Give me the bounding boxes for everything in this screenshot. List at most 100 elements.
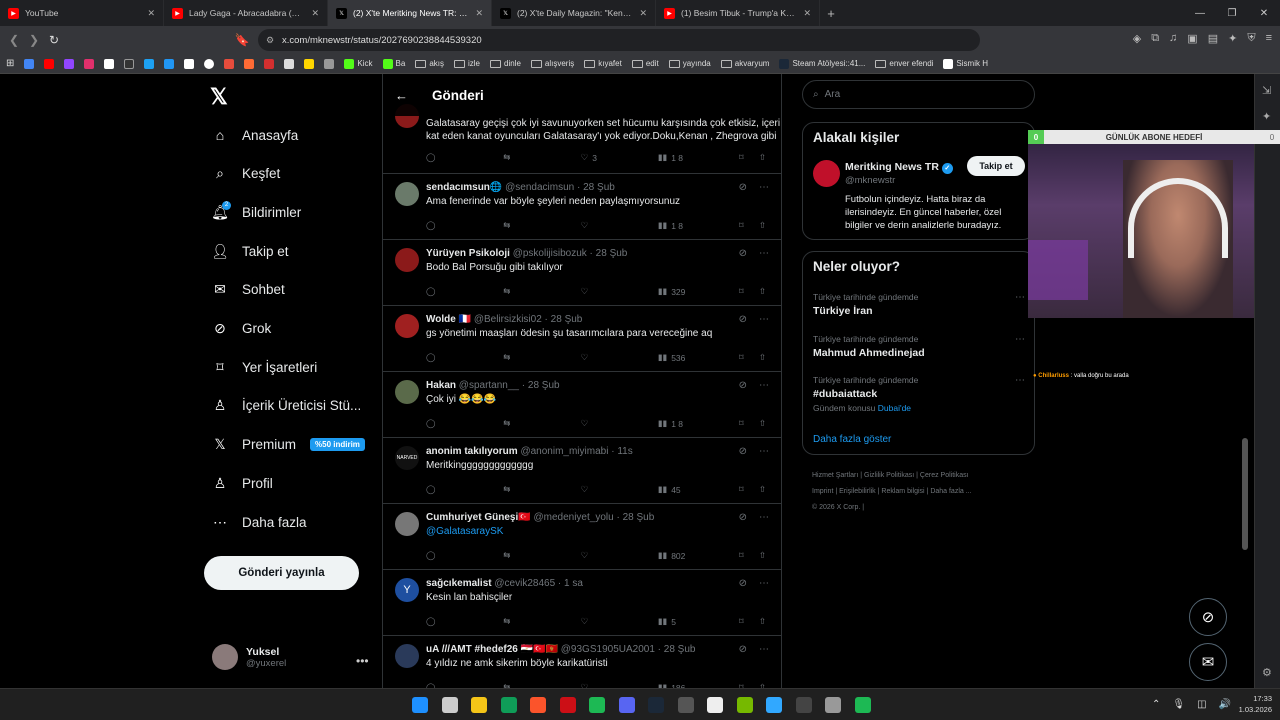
youtube-icon[interactable] [44, 58, 55, 69]
mic-icon[interactable]: 🎙 [1172, 699, 1185, 710]
google-icon[interactable] [24, 58, 35, 69]
nav-item-more[interactable]: ⋯ Daha fazla [212, 509, 307, 535]
avatar[interactable] [395, 512, 419, 536]
reply-icon[interactable]: ◯ [426, 616, 503, 627]
bookmark-icon[interactable]: ⌑ [739, 152, 759, 163]
search-input[interactable]: ⌕ Ara [802, 80, 1035, 109]
author-name[interactable]: uA ///AMT #hedef26 🇪🇬🇹🇷🇲🇪 [426, 644, 558, 655]
reply-icon[interactable]: ◯ [426, 152, 503, 163]
author-name[interactable]: sağcıkemalist [426, 578, 492, 589]
reply-item[interactable]: Ysağcıkemalist @cevik28465 · 1 sa Kesin l… [383, 570, 781, 636]
post-button[interactable]: Gönderi yayınla [204, 556, 359, 590]
share-icon[interactable]: ⇧ [759, 286, 766, 297]
github-icon[interactable] [124, 58, 135, 69]
trend-sub-link[interactable]: Dubai'de [878, 403, 911, 413]
cloud-icon[interactable] [144, 58, 155, 69]
o-icon[interactable] [204, 58, 215, 69]
more-options-icon[interactable]: ⋯ [759, 380, 769, 391]
trend-more-icon[interactable]: ⋯ [1015, 292, 1025, 303]
wifi-icon[interactable]: ◫ [1197, 699, 1206, 710]
author-name[interactable]: Cumhuriyet Güneşi🇹🇷 [426, 512, 531, 523]
footer-link[interactable]: Hizmet Şartları [812, 472, 858, 479]
bookmark-item[interactable]: enver efendi [875, 59, 933, 68]
footer-link[interactable]: Daha fazla ... [930, 488, 971, 495]
bookmark-icon[interactable]: ⌑ [739, 352, 759, 363]
retweet-icon[interactable]: ⇆ [503, 152, 580, 163]
like-icon[interactable]: ♡ [581, 484, 658, 495]
opera-icon[interactable] [559, 697, 576, 713]
views-icon[interactable]: ▮▮ 329 [658, 286, 739, 297]
bookmark-icon[interactable]: ⌑ [739, 616, 759, 627]
reply-item[interactable]: sendacımsun🌐 @sendacimsun · 28 Şub Ama fe… [383, 174, 781, 240]
restore-icon[interactable]: ❐ [1216, 0, 1248, 26]
bookmark-icon[interactable]: ⌑ [739, 418, 759, 429]
reply-item[interactable]: NARVED anonim takılıyorum @anonim_miyimab… [383, 438, 781, 504]
tab-close-icon[interactable]: ✕ [147, 8, 155, 19]
retweet-icon[interactable]: ⇆ [503, 550, 580, 561]
start-icon[interactable] [412, 697, 428, 713]
nav-item-home[interactable]: ⌂ Anasayfa [212, 122, 299, 148]
nav-item-x-premium[interactable]: 𝕏 Premium %50 indirim [212, 432, 365, 458]
reply-item[interactable]: Yürüyen Psikoloji @pskolijisibozuk · 28 … [383, 240, 781, 306]
author-handle[interactable]: @Belirsizkisi02 [474, 314, 542, 325]
show-more-link[interactable]: Daha fazla göster [813, 434, 891, 445]
calculator-icon[interactable] [677, 697, 694, 713]
footer-link[interactable]: © 2026 X Corp. [812, 504, 860, 511]
retweet-icon[interactable]: ⇆ [503, 286, 580, 297]
reply-item[interactable]: uA ///AMT #hedef26 🇪🇬🇹🇷🇲🇪 @93GS1905UA200… [383, 636, 781, 688]
tab-close-icon[interactable]: ✕ [803, 8, 811, 19]
nav-item-bell[interactable]: 🔔︎ 2 Bildirimler [211, 199, 301, 225]
timestamp[interactable]: 28 Şub [623, 512, 655, 523]
author-handle[interactable]: @spartann__ [459, 380, 519, 391]
related-name[interactable]: Meritking News TR ✓ [845, 161, 953, 174]
nav-item-search[interactable]: ⌕ Keşfet [212, 161, 280, 187]
like-icon[interactable]: ♡ [581, 352, 658, 363]
minimize-icon[interactable]: — [1184, 0, 1216, 26]
nav-item-bookmark[interactable]: ⌑ Yer İşaretleri [212, 354, 317, 380]
nav-item-grok[interactable]: ⊘ Grok [212, 316, 271, 342]
twitch-icon[interactable] [64, 58, 75, 69]
retweet-icon[interactable]: ⇆ [503, 352, 580, 363]
search-icon[interactable] [441, 697, 458, 713]
bookmark-item[interactable]: Sismik H [943, 58, 988, 69]
reply-icon[interactable]: ◯ [426, 286, 503, 297]
discord-icon[interactable] [618, 697, 635, 713]
tab-close-icon[interactable]: ✕ [475, 8, 483, 19]
author-handle[interactable]: @cevik28465 [494, 578, 555, 589]
browser-tab[interactable]: ▶ (1) Besim Tibuk - Trump'a Kayyor On ✕ [656, 0, 820, 26]
like-icon[interactable]: ♡ [581, 286, 658, 297]
grok-explain-icon[interactable]: ⊘ [739, 182, 747, 193]
account-switcher[interactable]: Yuksel @yuxerel [212, 644, 286, 670]
bookmark-icon[interactable]: ⌑ [739, 286, 759, 297]
instagram-icon[interactable] [84, 58, 95, 69]
grok-explain-icon[interactable]: ⊘ [739, 248, 747, 259]
new-tab-icon[interactable]: + [820, 6, 842, 21]
author-handle[interactable]: @93GS1905UA2001 [561, 644, 655, 655]
sidebar-settings-icon[interactable]: ⚙ [1262, 666, 1272, 679]
more-options-icon[interactable]: ⋯ [759, 314, 769, 325]
x-icon[interactable] [104, 58, 115, 69]
browser-tab[interactable]: ▶ YouTube ✕ [0, 0, 164, 26]
hb-icon[interactable] [224, 58, 235, 69]
reply-item[interactable]: Cumhuriyet Güneşi🇹🇷 @medeniyet_yolu · 28… [383, 504, 781, 570]
nvidia-icon[interactable] [736, 697, 753, 713]
music-icon[interactable]: ♫ [1169, 32, 1177, 45]
wallet-icon[interactable]: ▤ [1208, 32, 1218, 45]
vpn-icon[interactable]: ⛨ [1247, 32, 1255, 45]
grok-explain-icon[interactable]: ⊘ [739, 314, 747, 325]
more-options-icon[interactable]: ⋯ [759, 644, 769, 655]
a-icon[interactable] [284, 58, 295, 69]
share-icon[interactable]: ⇧ [759, 550, 766, 561]
spotify-icon[interactable] [589, 697, 605, 713]
share-icon[interactable]: ⇧ [759, 418, 766, 429]
follow-button[interactable]: Takip et [967, 156, 1025, 176]
w-icon[interactable] [184, 58, 195, 69]
share-icon[interactable]: ⇧ [759, 616, 766, 627]
author-name[interactable]: Hakan [426, 380, 456, 391]
nav-item-creator-studio[interactable]: ♙ İçerik Üreticisi Stü... [212, 393, 362, 419]
footer-link[interactable]: Çerez Politikası [920, 472, 969, 479]
retweet-icon[interactable]: ⇆ [503, 484, 580, 495]
share-icon[interactable]: ⇧ [759, 152, 766, 163]
bookmark-item[interactable]: kıyafet [584, 59, 622, 68]
reply-item[interactable]: Wolde 🇫🇷 @Belirsizkisi02 · 28 Şub gs yöne… [383, 306, 781, 372]
